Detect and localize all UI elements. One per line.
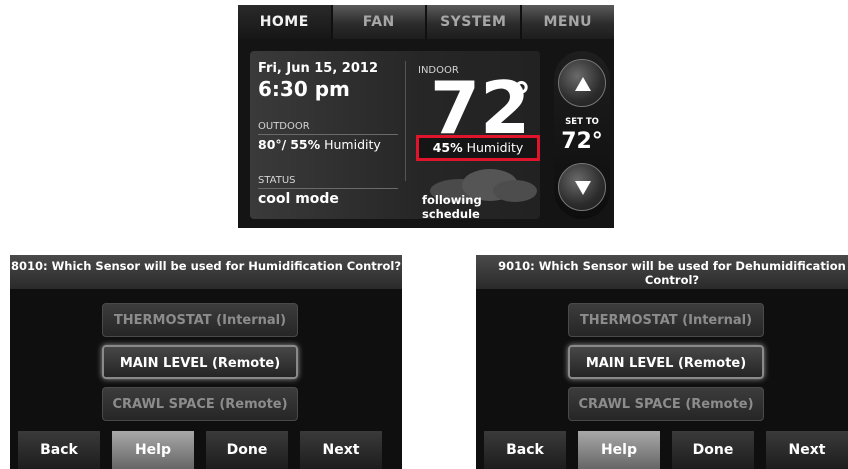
temp-down-button[interactable] <box>558 163 606 211</box>
outdoor-temp: 80°/ <box>258 137 287 152</box>
back-button[interactable]: Back <box>484 431 566 469</box>
status-label: STATUS <box>258 175 296 186</box>
indoor-humidity-value: 45% <box>432 140 463 155</box>
temp-up-button[interactable] <box>558 59 606 107</box>
setup-question-title: 9010: Which Sensor will be used for Dehu… <box>476 255 848 289</box>
option-thermostat-internal[interactable]: THERMOSTAT (Internal) <box>568 303 764 337</box>
schedule-status: following schedule <box>422 193 482 221</box>
tab-fan[interactable]: FAN <box>332 5 427 39</box>
thermostat-home-screen: HOME FAN SYSTEM MENU Fri, Jun 15, 2012 6… <box>238 5 614 228</box>
outdoor-reading: 80°/ 55% Humidity <box>258 137 381 152</box>
next-button[interactable]: Next <box>766 431 848 469</box>
help-button[interactable]: Help <box>578 431 660 469</box>
set-to-label: SET TO <box>565 117 599 127</box>
done-button[interactable]: Done <box>206 431 288 469</box>
option-crawl-space-remote[interactable]: CRAWL SPACE (Remote) <box>568 387 764 421</box>
next-button[interactable]: Next <box>300 431 382 469</box>
setup-screen-dehumidification: 9010: Which Sensor will be used for Dehu… <box>476 255 848 469</box>
outdoor-humidity-text: Humidity <box>324 137 381 152</box>
option-crawl-space-remote[interactable]: CRAWL SPACE (Remote) <box>102 387 298 421</box>
tab-menu[interactable]: MENU <box>521 5 614 39</box>
down-arrow-icon <box>575 181 591 195</box>
option-thermostat-internal[interactable]: THERMOSTAT (Internal) <box>102 303 298 337</box>
current-date: Fri, Jun 15, 2012 <box>258 61 378 76</box>
indoor-degree-symbol: ° <box>512 75 531 119</box>
setup-screen-humidification: 8010: Which Sensor will be used for Humi… <box>10 255 402 469</box>
current-time: 6:30 pm <box>258 77 350 101</box>
outdoor-humidity-value: 55% <box>290 137 321 152</box>
done-button[interactable]: Done <box>672 431 754 469</box>
panel-divider <box>405 61 406 181</box>
top-tab-bar: HOME FAN SYSTEM MENU <box>238 5 614 39</box>
outdoor-label: OUTDOOR <box>258 121 310 132</box>
setpoint-control: SET TO 72° <box>554 51 610 219</box>
set-to-value: 72° <box>561 129 603 154</box>
help-button[interactable]: Help <box>112 431 194 469</box>
tab-home[interactable]: HOME <box>238 5 333 39</box>
back-button[interactable]: Back <box>18 431 100 469</box>
tab-system[interactable]: SYSTEM <box>427 5 522 39</box>
info-panel: Fri, Jun 15, 2012 6:30 pm OUTDOOR 80°/ 5… <box>250 51 540 221</box>
option-main-level-remote[interactable]: MAIN LEVEL (Remote) <box>568 345 764 379</box>
status-rule <box>258 188 398 189</box>
up-arrow-icon <box>575 77 591 91</box>
outdoor-rule <box>258 134 398 135</box>
setup-question-title: 8010: Which Sensor will be used for Humi… <box>10 255 402 289</box>
indoor-humidity-text: Humidity <box>466 140 524 155</box>
indoor-humidity-highlight: 45% Humidity <box>416 135 540 161</box>
option-main-level-remote[interactable]: MAIN LEVEL (Remote) <box>102 345 298 379</box>
status-value: cool mode <box>258 191 339 207</box>
